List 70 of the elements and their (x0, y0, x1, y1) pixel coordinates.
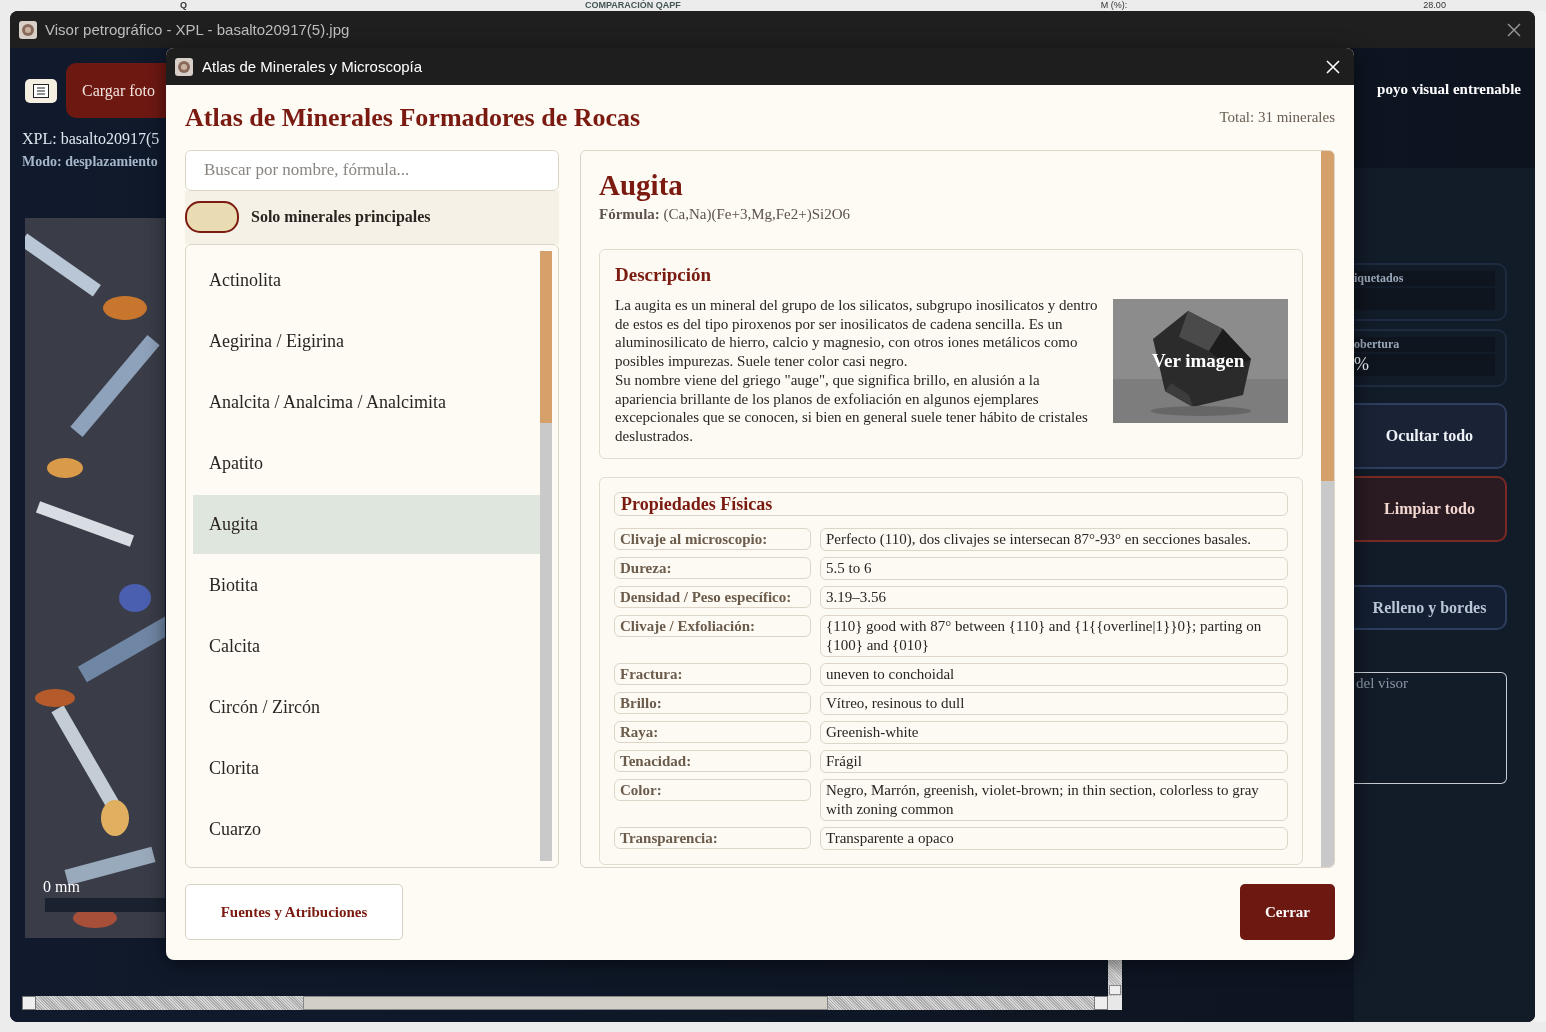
property-value: Negro, Marrón, greenish, violet-brown; in thin section, colorless to gray with zoning common (820, 778, 1288, 821)
property-label: Raya: (614, 720, 811, 743)
mineral-item[interactable]: Apatito (193, 434, 540, 493)
dialog-title: Atlas de Minerales y Microscopía (202, 58, 424, 75)
panel-button[interactable]: Limpiar todo (1354, 476, 1507, 542)
window-title: Visor petrográfico - XPL - basalto20917(5).jpg (45, 21, 351, 38)
mineral-name: Augita (599, 169, 684, 202)
property-value: Perfecto (110), dos clivajes se intersecan 87°-93° en secciones basales. (820, 527, 1288, 551)
property-label: Clivaje al microscopio: (614, 527, 811, 550)
mineral-item[interactable]: Biotita (193, 556, 540, 615)
property-label: Color: (614, 778, 811, 801)
property-label: Tenacidad: (614, 749, 811, 772)
detail-scrollbar[interactable] (1321, 151, 1334, 867)
stat-value-field: % (1354, 354, 1495, 376)
mineral-item[interactable]: Aegirina / Eigirina (193, 312, 540, 371)
property-label: Clivaje / Exfoliación: (614, 614, 811, 637)
property-value: uneven to conchoidal (820, 662, 1288, 686)
close-icon[interactable] (1507, 22, 1521, 37)
mineral-count: Total: 31 minerales (1219, 109, 1335, 126)
background-label: M (%): (1100, 0, 1128, 11)
description-text: Su nombre viene del griego "auge", que significa brillo, en alusión a la apariencia brillante de los planos de exfoliación en algunos ejemplares excepcionales que se conocen, si bien en general suele tener hábito de cristales deslustrados. (615, 370, 1089, 446)
mineral-item[interactable]: Cuarzo (193, 800, 540, 859)
search-field[interactable]: Buscar por nombre, fórmula... (185, 150, 559, 191)
property-value: Transparente a opaco (820, 826, 1288, 850)
emblem-icon (19, 20, 37, 39)
notes-field[interactable]: del visor (1354, 672, 1507, 784)
atlas-heading: Atlas de Minerales Formadores de Rocas (185, 102, 641, 133)
property-value: Frágil (820, 749, 1288, 773)
mineral-item[interactable]: Calcita (193, 617, 540, 676)
panel-button[interactable]: Relleno y bordes (1354, 585, 1507, 630)
load-photo-button[interactable]: Cargar foto (66, 63, 166, 118)
background-label: 28.00 (1423, 0, 1446, 11)
property-label: Transparencia: (614, 826, 811, 849)
list-scrollbar[interactable] (540, 251, 552, 861)
scale-label: 0 mm (43, 878, 80, 896)
mineral-item[interactable]: Augita (193, 495, 540, 554)
vertical-scrollbar[interactable] (1108, 960, 1122, 996)
property-value: Greenish-white (820, 720, 1288, 744)
description-text: La augita es un mineral del grupo de los silicatos, subgrupo inosilicatos y dentro de estos es del tipo piroxenos por ser inosilicatos de cadena sencilla. Es un aluminosilicato de hierro, calcio y magnesio, con otros iones metálicos como posibles impurezas. Suele tener color casi negro. (615, 296, 1099, 371)
mineral-item[interactable]: Circón / Zircón (193, 678, 540, 737)
property-value: 5.5 to 6 (820, 556, 1288, 580)
panel-heading: poyo visual entrenable (1376, 81, 1522, 98)
property-label: Fractura: (614, 662, 811, 685)
panel-button[interactable]: Ocultar todo (1354, 403, 1507, 469)
property-label: Brillo: (614, 691, 811, 714)
mineral-item[interactable]: Clorita (193, 739, 540, 798)
menu-button[interactable] (25, 78, 57, 103)
stat-label: obertura (1354, 337, 1495, 352)
section-title: Propiedades Físicas (614, 491, 1288, 516)
dialog-button[interactable]: Cerrar (1240, 884, 1335, 940)
background-label: COMPARACIÓN QAPF (585, 0, 681, 11)
mineral-item[interactable]: Actinolita (193, 251, 540, 310)
menu-icon (33, 83, 49, 98)
mode-label: Modo: desplazamiento (22, 154, 159, 170)
dialog-button[interactable]: Fuentes y Atribuciones (185, 884, 403, 940)
toggle-switch[interactable] (185, 201, 239, 234)
file-label: XPL: basalto20917(5 (22, 130, 161, 148)
property-value: Vítreo, resinous to dull (820, 691, 1288, 715)
property-label: Densidad / Peso específico: (614, 585, 811, 608)
horizontal-scrollbar[interactable] (22, 996, 1122, 1010)
mineral-item[interactable]: Analcita / Analcima / Analcimita (193, 373, 540, 432)
property-value: {110} good with 87° between {110} and {1{{overline|1}}0}; parting on {100} and {010} (820, 614, 1288, 657)
property-label: Dureza: (614, 556, 811, 579)
formula-text: Fórmula: (Ca,Na)(Fe+3,Mg,Fe2+)Si2O6 (599, 206, 852, 223)
background-label: Q (180, 0, 187, 11)
emblem-icon (175, 57, 193, 76)
property-value: 3.19–3.56 (820, 585, 1288, 609)
section-title: Descripción (615, 264, 713, 286)
filter-label: Solo minerales principales (251, 208, 431, 227)
stat-label: iquetados (1354, 271, 1495, 286)
